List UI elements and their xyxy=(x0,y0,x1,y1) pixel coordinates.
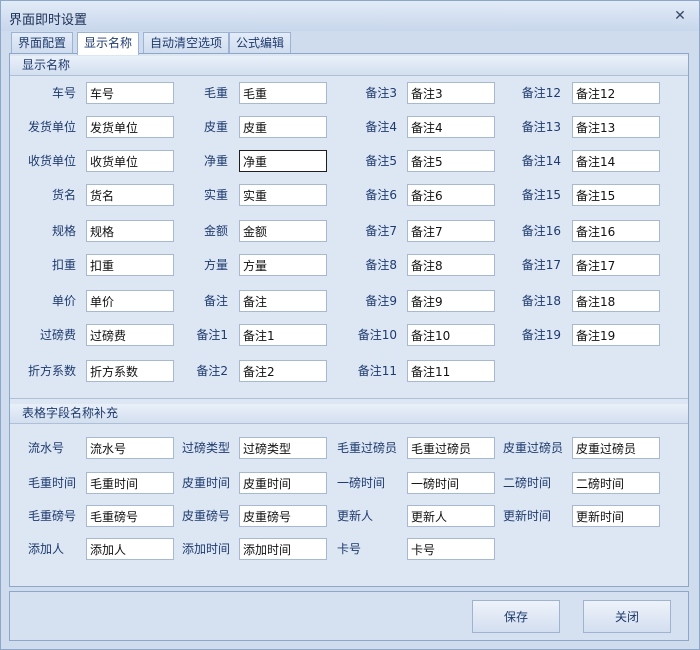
field-label: 收货单位 xyxy=(27,154,76,168)
field-input[interactable] xyxy=(239,505,327,527)
tab-interface-config[interactable]: 界面配置 xyxy=(11,32,74,54)
field-label: 更新人 xyxy=(337,509,374,523)
field-label: 备注3 xyxy=(365,86,397,100)
field-input[interactable] xyxy=(239,220,327,242)
field-label: 备注1 xyxy=(196,328,228,342)
field-label: 备注5 xyxy=(365,154,397,168)
field-input[interactable] xyxy=(239,290,327,312)
field-label: 规格 xyxy=(51,224,76,238)
field-input[interactable] xyxy=(239,538,327,560)
field-input[interactable] xyxy=(572,472,660,494)
field-label: 皮重 xyxy=(203,120,228,134)
field-input[interactable] xyxy=(407,437,495,459)
field-label: 更新时间 xyxy=(503,509,552,523)
field-input[interactable] xyxy=(239,82,327,104)
field-label: 一磅时间 xyxy=(337,476,386,490)
field-input[interactable] xyxy=(572,254,660,276)
field-input[interactable] xyxy=(239,472,327,494)
group-header-display-names: 显示名称 xyxy=(10,56,688,76)
field-input[interactable] xyxy=(572,220,660,242)
field-input[interactable] xyxy=(239,150,327,172)
field-input[interactable] xyxy=(407,538,495,560)
field-input[interactable] xyxy=(407,505,495,527)
field-input[interactable] xyxy=(572,184,660,206)
tab-formula-edit[interactable]: 公式编辑 xyxy=(229,32,292,54)
field-input[interactable] xyxy=(239,184,327,206)
field-input[interactable] xyxy=(572,116,660,138)
field-input[interactable] xyxy=(239,437,327,459)
field-input[interactable] xyxy=(572,290,660,312)
field-input[interactable] xyxy=(572,437,660,459)
dialog-footer: 保存 关闭 xyxy=(9,591,689,641)
field-label: 毛重过磅员 xyxy=(337,441,398,455)
field-label: 扣重 xyxy=(51,258,76,272)
field-input[interactable] xyxy=(572,82,660,104)
field-input[interactable] xyxy=(407,472,495,494)
field-input[interactable] xyxy=(407,360,495,382)
display-names-panel: 显示名称 表格字段名称补充 车号发货单位收货单位货名规格扣重单价过磅费折方系数流… xyxy=(9,53,689,587)
field-label: 备注17 xyxy=(521,258,561,272)
field-label: 备注 xyxy=(203,294,228,308)
field-input[interactable] xyxy=(239,254,327,276)
field-label: 二磅时间 xyxy=(503,476,552,490)
field-label: 过磅费 xyxy=(39,328,76,342)
close-icon[interactable]: ✕ xyxy=(671,7,689,25)
save-button[interactable]: 保存 xyxy=(472,600,560,633)
group-divider xyxy=(10,398,688,399)
field-label: 备注6 xyxy=(365,188,397,202)
field-label: 货名 xyxy=(51,188,76,202)
field-label: 备注7 xyxy=(365,224,397,238)
field-label: 皮重过磅员 xyxy=(503,441,564,455)
field-label: 备注8 xyxy=(365,258,397,272)
field-label: 备注14 xyxy=(521,154,561,168)
field-label: 备注11 xyxy=(357,364,397,378)
field-label: 折方系数 xyxy=(27,364,76,378)
field-label: 卡号 xyxy=(337,542,362,556)
field-label: 发货单位 xyxy=(27,120,76,134)
field-label: 备注18 xyxy=(521,294,561,308)
field-label: 金额 xyxy=(203,224,228,238)
field-label: 毛重 xyxy=(203,86,228,100)
field-label: 实重 xyxy=(203,188,228,202)
close-button[interactable]: 关闭 xyxy=(583,600,671,633)
field-input[interactable] xyxy=(572,505,660,527)
field-input[interactable] xyxy=(572,324,660,346)
tab-display-names[interactable]: 显示名称 xyxy=(77,32,140,55)
field-input[interactable] xyxy=(86,437,174,459)
field-label: 净重 xyxy=(203,154,228,168)
field-input[interactable] xyxy=(572,150,660,172)
field-label: 备注13 xyxy=(521,120,561,134)
field-label: 备注15 xyxy=(521,188,561,202)
field-label: 方量 xyxy=(203,258,228,272)
field-label: 备注2 xyxy=(196,364,228,378)
group-header-table-fields: 表格字段名称补充 xyxy=(10,404,688,424)
settings-window: 界面即时设置 ✕ 界面配置 显示名称 自动清空选项 公式编辑 显示名称 表格字段… xyxy=(0,0,700,650)
field-label: 备注19 xyxy=(521,328,561,342)
field-label: 备注16 xyxy=(521,224,561,238)
window-title: 界面即时设置 xyxy=(9,13,88,28)
field-input[interactable] xyxy=(86,472,174,494)
field-label: 车号 xyxy=(51,86,76,100)
field-input[interactable] xyxy=(239,360,327,382)
tab-auto-clear-options[interactable]: 自动清空选项 xyxy=(143,32,230,54)
field-label: 备注12 xyxy=(521,86,561,100)
field-label: 单价 xyxy=(51,294,76,308)
field-label: 备注4 xyxy=(365,120,397,134)
field-input[interactable] xyxy=(239,116,327,138)
field-label: 备注9 xyxy=(365,294,397,308)
title-bar: 界面即时设置 ✕ xyxy=(1,1,699,31)
field-input[interactable] xyxy=(86,538,174,560)
field-input[interactable] xyxy=(239,324,327,346)
field-label: 备注10 xyxy=(357,328,397,342)
field-input[interactable] xyxy=(86,505,174,527)
